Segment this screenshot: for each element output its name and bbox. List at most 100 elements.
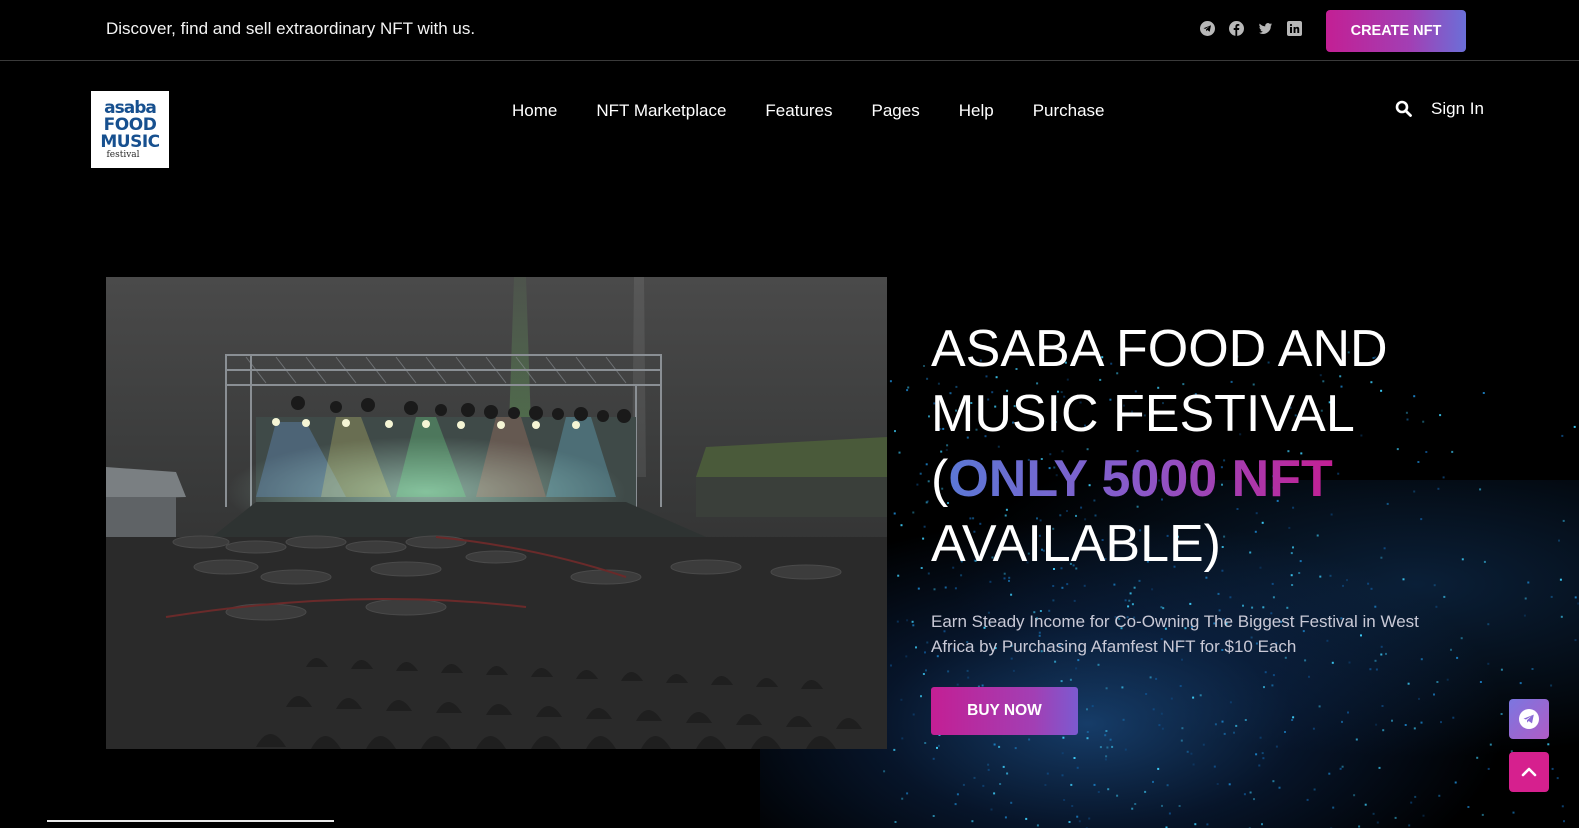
sign-in-link[interactable]: Sign In bbox=[1431, 99, 1484, 119]
twitter-icon[interactable] bbox=[1258, 21, 1273, 36]
particle bbox=[1121, 686, 1124, 689]
particle bbox=[1272, 674, 1275, 677]
particle bbox=[1559, 578, 1562, 581]
particle bbox=[966, 669, 969, 672]
particle bbox=[1076, 815, 1079, 818]
particle bbox=[1436, 681, 1439, 683]
particle bbox=[1524, 597, 1527, 600]
particle bbox=[1078, 820, 1081, 823]
particle bbox=[1105, 687, 1108, 690]
particle bbox=[954, 803, 957, 806]
particle bbox=[1004, 816, 1007, 819]
particle bbox=[1160, 606, 1163, 609]
particle bbox=[1328, 772, 1331, 775]
particle bbox=[1560, 615, 1563, 618]
nav-help[interactable]: Help bbox=[959, 101, 994, 121]
particle bbox=[1308, 675, 1310, 678]
particle bbox=[1066, 583, 1069, 586]
particle bbox=[906, 389, 909, 392]
particle bbox=[1109, 738, 1112, 741]
particle bbox=[1054, 660, 1057, 663]
telegram-float-button[interactable] bbox=[1509, 699, 1549, 739]
particle bbox=[1229, 596, 1232, 599]
telegram-icon[interactable] bbox=[1200, 21, 1215, 36]
search-icon[interactable] bbox=[1395, 100, 1412, 117]
create-nft-button[interactable]: CREATE NFT bbox=[1326, 10, 1466, 52]
particle bbox=[1512, 811, 1515, 814]
particle bbox=[1069, 678, 1072, 681]
particle bbox=[1002, 765, 1005, 768]
particle bbox=[1313, 788, 1316, 791]
particle bbox=[1194, 823, 1197, 826]
linkedin-icon[interactable] bbox=[1287, 21, 1302, 36]
particle bbox=[1460, 637, 1463, 640]
particle bbox=[1144, 790, 1147, 793]
particle bbox=[938, 744, 940, 747]
particle bbox=[1451, 450, 1454, 453]
facebook-icon[interactable] bbox=[1229, 21, 1244, 36]
nav-nft-marketplace[interactable]: NFT Marketplace bbox=[596, 101, 726, 121]
nav-purchase[interactable]: Purchase bbox=[1033, 101, 1105, 121]
particle bbox=[932, 757, 935, 760]
particle bbox=[1262, 757, 1265, 760]
particle bbox=[1440, 721, 1442, 724]
particle bbox=[1562, 519, 1565, 522]
particle bbox=[1332, 806, 1335, 809]
particle bbox=[973, 776, 976, 779]
particle bbox=[1235, 724, 1238, 727]
particle bbox=[923, 365, 925, 367]
particle bbox=[1481, 813, 1484, 816]
nav-home[interactable]: Home bbox=[512, 101, 557, 121]
particle bbox=[1255, 753, 1258, 756]
nav-features[interactable]: Features bbox=[765, 101, 832, 121]
hero-title-highlight: ONLY 5000 NFT bbox=[948, 450, 1333, 508]
particle bbox=[1105, 755, 1108, 758]
particle bbox=[1106, 746, 1109, 749]
particle bbox=[1062, 736, 1065, 739]
particle bbox=[1129, 592, 1132, 595]
particle bbox=[1086, 708, 1088, 711]
particle bbox=[1443, 595, 1446, 598]
particle bbox=[1341, 720, 1343, 723]
particle bbox=[936, 746, 938, 749]
main-nav: Home NFT Marketplace Features Pages Help… bbox=[512, 101, 1105, 121]
particle bbox=[1151, 588, 1154, 591]
festival-logo[interactable]: asaba FOOD MUSIC festival bbox=[91, 91, 169, 168]
particle bbox=[1347, 711, 1349, 714]
particle bbox=[1113, 583, 1116, 586]
particle bbox=[1073, 599, 1076, 602]
particle bbox=[1097, 791, 1100, 793]
particle bbox=[1233, 731, 1235, 734]
particle bbox=[1213, 765, 1216, 768]
particle bbox=[1181, 727, 1184, 730]
particle bbox=[920, 567, 923, 569]
particle bbox=[1253, 798, 1255, 801]
particle bbox=[1500, 713, 1503, 715]
particle bbox=[1179, 685, 1182, 687]
particle bbox=[1221, 720, 1224, 723]
particle bbox=[1263, 686, 1265, 689]
particle bbox=[1574, 596, 1577, 599]
particle bbox=[1131, 807, 1134, 810]
particle bbox=[982, 784, 985, 787]
particle bbox=[1467, 806, 1470, 808]
particle bbox=[912, 713, 915, 716]
particle bbox=[1372, 812, 1375, 815]
particle bbox=[1275, 745, 1278, 748]
particle bbox=[1435, 605, 1438, 608]
particle bbox=[1272, 596, 1275, 599]
particle bbox=[1086, 731, 1089, 733]
particle bbox=[922, 537, 925, 540]
scroll-to-top-button[interactable] bbox=[1509, 752, 1549, 792]
particle bbox=[967, 676, 970, 679]
particle bbox=[1479, 681, 1482, 683]
particle bbox=[1076, 766, 1079, 769]
nav-pages[interactable]: Pages bbox=[872, 101, 920, 121]
buy-now-button[interactable]: BUY NOW bbox=[931, 687, 1078, 735]
particle bbox=[1348, 661, 1351, 664]
particle bbox=[1073, 757, 1076, 759]
particle bbox=[1410, 801, 1413, 804]
particle bbox=[1242, 604, 1244, 607]
particle bbox=[1479, 488, 1482, 491]
particle bbox=[998, 745, 1001, 748]
